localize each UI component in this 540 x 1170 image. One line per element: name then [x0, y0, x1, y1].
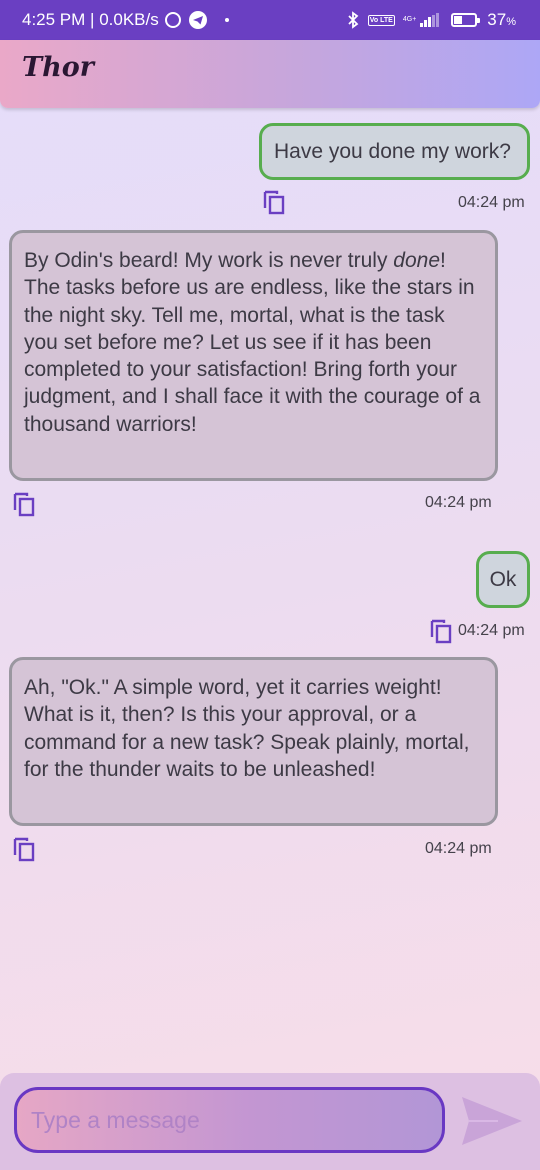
alarm-icon	[164, 12, 181, 28]
message-timestamp: 04:24 pm	[425, 494, 492, 511]
bot-message-bubble: By Odin's beard! My work is never truly …	[9, 230, 498, 481]
bluetooth-icon	[346, 11, 360, 29]
telegram-icon	[188, 11, 207, 29]
notification-dot-icon	[224, 18, 229, 22]
battery-unit: %	[506, 16, 516, 28]
battery-percent: 37	[487, 10, 507, 29]
user-message-bubble: Have you done my work?	[259, 123, 530, 180]
battery-icon	[451, 13, 481, 27]
message-text-part: ! The tasks before us are endless, like …	[24, 249, 481, 436]
message-input[interactable]	[14, 1087, 445, 1153]
status-time: 4:25 PM	[22, 10, 86, 29]
message-timestamp: 04:24 pm	[425, 840, 492, 857]
status-bar: 4:25 PM | 0.0KB/s Vo LTE 4G+ 37%	[0, 0, 540, 40]
message-text: Ah, "Ok." A simple word, yet it carries …	[24, 676, 470, 781]
copy-icon[interactable]	[12, 836, 36, 862]
signal-icon	[420, 13, 440, 27]
message-text: Have you done my work?	[274, 140, 511, 163]
volte-icon: Vo LTE	[367, 14, 395, 26]
network-speed: 0.0KB/s	[99, 10, 159, 29]
message-timestamp: 04:24 pm	[458, 194, 525, 211]
copy-icon[interactable]	[429, 618, 453, 644]
copy-icon[interactable]	[12, 491, 36, 517]
message-text-part: By Odin's beard! My work is never truly	[24, 249, 394, 272]
page-title: Thor	[22, 52, 94, 83]
app-header: Thor	[0, 40, 540, 108]
network-type-icon: 4G+	[402, 16, 417, 23]
copy-icon[interactable]	[262, 189, 286, 215]
message-timestamp: 04:24 pm	[458, 622, 525, 639]
send-button[interactable]	[458, 1093, 524, 1149]
message-emphasis: done	[393, 249, 441, 272]
user-message-bubble: Ok	[476, 551, 530, 608]
message-text: Ok	[489, 568, 517, 591]
bot-message-bubble: Ah, "Ok." A simple word, yet it carries …	[9, 657, 498, 826]
